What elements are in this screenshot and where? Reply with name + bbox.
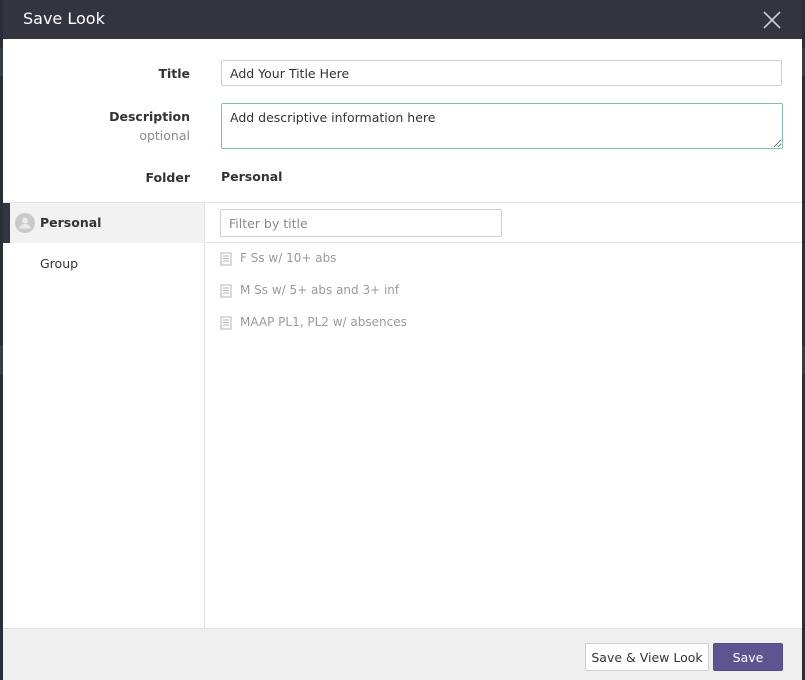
close-icon <box>763 11 781 29</box>
dialog-header: Save Look <box>3 0 802 39</box>
look-title: MAAP PL1, PL2 w/ absences <box>240 315 407 329</box>
save-button[interactable]: Save <box>713 643 783 671</box>
filter-divider <box>204 242 802 243</box>
save-look-dialog: Save Look Title Description optional Add… <box>3 0 802 680</box>
title-input[interactable] <box>221 60 782 86</box>
sidebar-divider <box>204 202 205 628</box>
document-icon <box>220 316 232 330</box>
user-icon <box>15 213 35 233</box>
description-label: Description <box>109 109 190 124</box>
sidebar-item-label: Personal <box>40 215 102 230</box>
title-label: Title <box>158 66 190 81</box>
sidebar-item-personal[interactable]: Personal <box>3 203 204 243</box>
active-indicator <box>3 203 10 243</box>
sidebar-item-label: Group <box>40 256 79 271</box>
folder-label: Folder <box>145 170 191 185</box>
look-title: F Ss w/ 10+ abs <box>240 251 337 265</box>
document-icon <box>220 252 232 266</box>
look-title: M Ss w/ 5+ abs and 3+ inf <box>240 283 400 297</box>
dialog-footer: Save & View Look Save <box>3 628 802 680</box>
description-textarea[interactable]: Add descriptive information here <box>221 103 783 149</box>
dialog-title: Save Look <box>23 9 105 28</box>
document-icon <box>220 284 232 298</box>
save-and-view-look-button[interactable]: Save & View Look <box>585 643 709 671</box>
description-optional-label: optional <box>139 128 190 143</box>
folder-value: Personal <box>221 169 283 184</box>
close-button[interactable] <box>761 9 783 31</box>
filter-input[interactable] <box>220 209 502 237</box>
sidebar-item-group[interactable]: Group <box>3 244 204 284</box>
